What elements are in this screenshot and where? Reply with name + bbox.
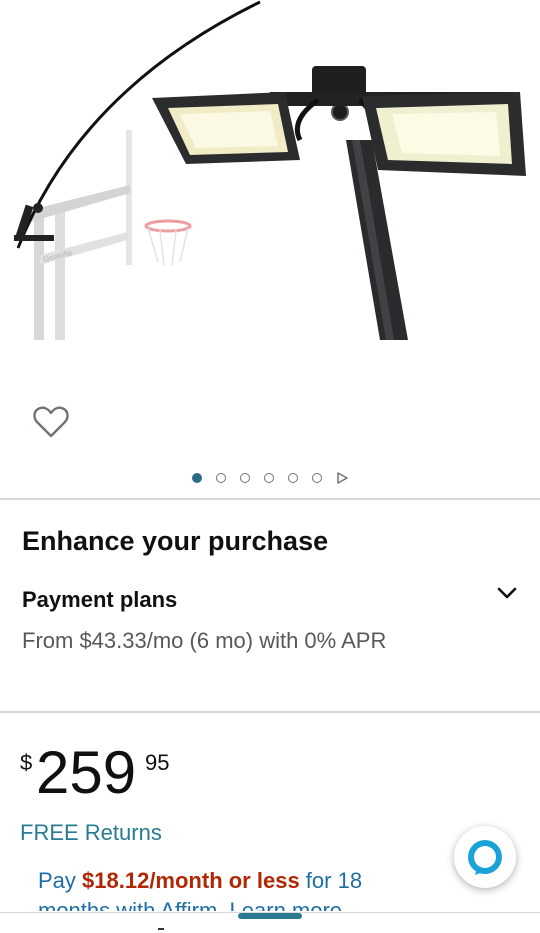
carousel-next-button[interactable] <box>336 472 348 484</box>
heart-outline-icon <box>33 406 69 438</box>
bottom-sheet-handle[interactable] <box>238 913 302 919</box>
payment-plans-expand-button[interactable] <box>495 582 519 604</box>
carousel-dot[interactable] <box>216 473 226 483</box>
carousel-dot[interactable] <box>192 473 202 483</box>
left-floodlight <box>152 92 300 164</box>
payment-plans-description: From $43.33/mo (6 mo) with 0% APR <box>22 628 387 653</box>
play-triangle-icon <box>337 472 348 484</box>
section-divider <box>0 711 540 713</box>
image-carousel-indicator <box>0 472 540 484</box>
free-returns-link[interactable]: FREE Returns <box>20 820 162 846</box>
product-image[interactable]: Goalrilla <box>0 0 540 345</box>
alexa-ring-icon <box>468 840 502 875</box>
price-fraction: 95 <box>145 750 170 775</box>
payment-plans-title: Payment plans <box>22 587 178 612</box>
affirm-prefix: Pay <box>38 868 83 893</box>
carousel-dot[interactable] <box>288 473 298 483</box>
carousel-dot[interactable] <box>240 473 250 483</box>
chevron-down-icon <box>497 587 517 599</box>
section-divider <box>0 498 540 500</box>
affirm-suffix: for 18 <box>299 868 363 893</box>
carousel-dot[interactable] <box>312 473 322 483</box>
price-whole: 259 <box>36 739 137 806</box>
nav-indicator <box>158 928 164 930</box>
alexa-button[interactable] <box>454 826 516 888</box>
affirm-amount: $18.12/month or less <box>82 868 300 893</box>
carousel-dot[interactable] <box>264 473 274 483</box>
price-symbol: $ <box>20 750 33 775</box>
wishlist-button[interactable] <box>32 404 70 440</box>
enhance-purchase-heading: Enhance your purchase <box>22 526 329 556</box>
right-floodlight <box>362 92 526 176</box>
